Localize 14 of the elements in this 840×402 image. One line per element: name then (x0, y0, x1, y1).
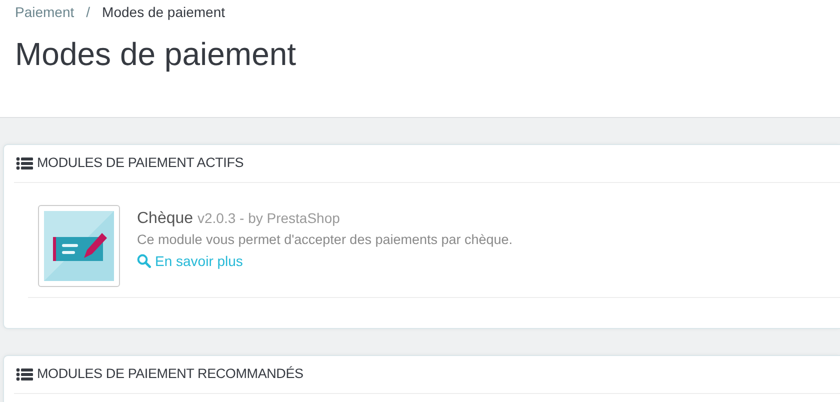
cheque-icon (44, 211, 114, 281)
list-icon (16, 157, 33, 170)
list-icon (16, 368, 33, 381)
module-name: Chèque (137, 210, 194, 227)
breadcrumb-separator: / (86, 2, 90, 22)
breadcrumb-current: Modes de paiement (102, 2, 226, 22)
module-description: Ce module vous permet d'accepter des paiements par chèque. (137, 231, 513, 249)
panel-heading: MODULES DE PAIEMENT RECOMMANDÉS (37, 365, 304, 384)
page-title: Modes de paiement (15, 35, 298, 74)
search-icon (137, 254, 151, 268)
panel-heading: MODULES DE PAIEMENT ACTIFS (37, 154, 244, 172)
module-version: v2.0.3 - by PrestaShop (198, 210, 340, 226)
learn-more-link[interactable]: En savoir plus (137, 251, 243, 271)
breadcrumb-link[interactable]: Paiement (15, 2, 74, 22)
